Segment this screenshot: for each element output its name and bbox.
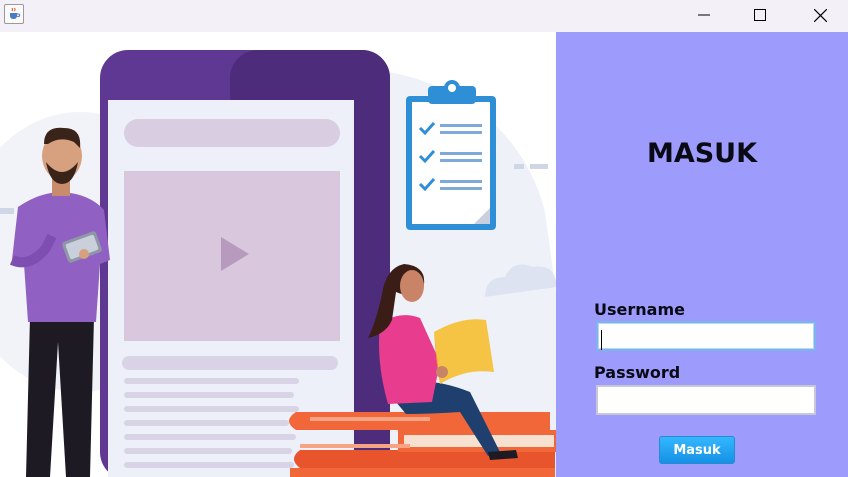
username-input[interactable] — [596, 321, 816, 351]
username-label: Username — [594, 300, 685, 319]
checklist-icon — [406, 80, 496, 230]
maximize-icon — [754, 9, 766, 21]
book-stack — [289, 412, 556, 477]
password-label: Password — [594, 363, 681, 382]
window-titlebar — [0, 0, 848, 32]
maximize-button[interactable] — [737, 0, 783, 30]
masuk-button[interactable]: Masuk — [659, 436, 735, 464]
password-input[interactable] — [596, 385, 816, 415]
close-icon — [813, 8, 827, 22]
login-panel: MASUK Username Password Masuk — [556, 32, 848, 477]
minimize-icon — [698, 14, 710, 16]
minimize-button[interactable] — [681, 0, 727, 30]
close-button[interactable] — [797, 0, 843, 30]
login-illustration — [0, 32, 556, 477]
java-cup-icon — [4, 4, 24, 24]
login-title: MASUK — [646, 138, 758, 169]
text-caret — [601, 330, 602, 350]
